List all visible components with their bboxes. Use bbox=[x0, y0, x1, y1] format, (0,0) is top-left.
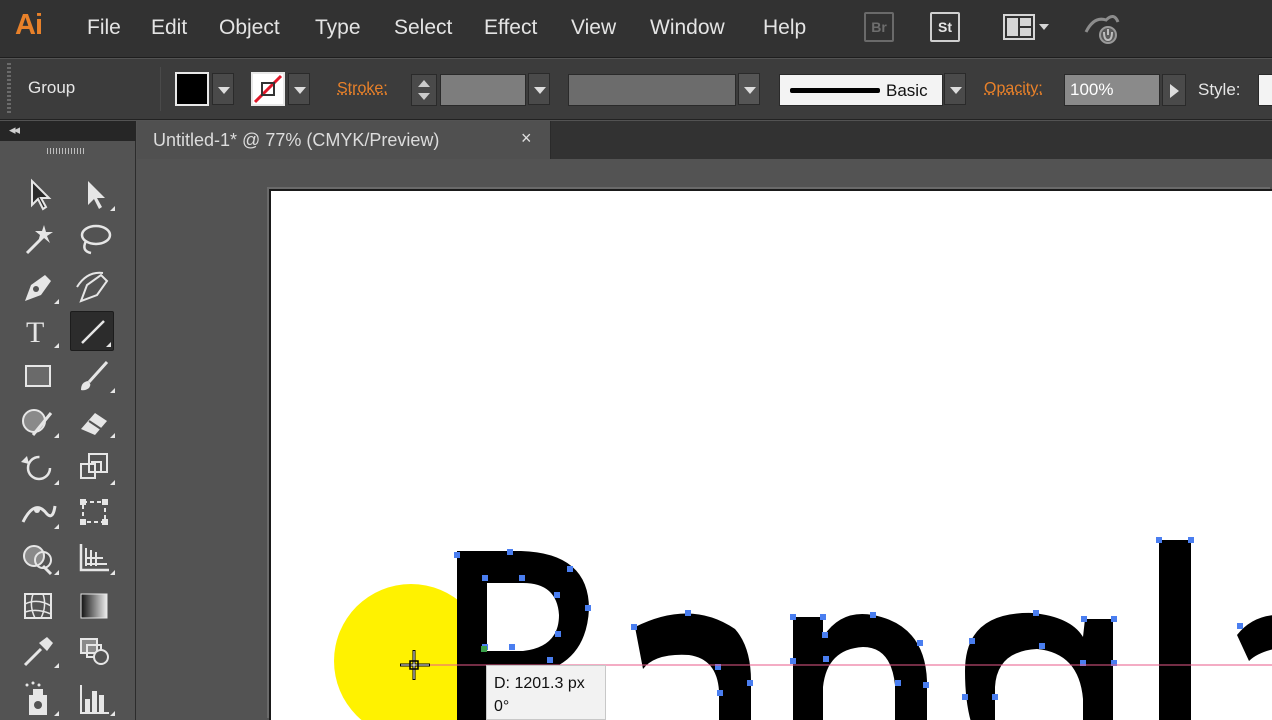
opacity-value: 100% bbox=[1070, 80, 1114, 99]
app-logo: Ai bbox=[15, 9, 43, 41]
tools-panel-grip[interactable] bbox=[47, 148, 85, 154]
opacity-field[interactable]: 100% bbox=[1064, 74, 1160, 106]
graphic-style-swatch[interactable] bbox=[1258, 74, 1272, 106]
menu-select[interactable]: Select bbox=[394, 16, 452, 40]
document-title: Untitled-1* @ 77% (CMYK/Preview) bbox=[153, 130, 440, 150]
stroke-weight-dropdown[interactable] bbox=[528, 73, 550, 105]
brush-stroke-preview bbox=[790, 88, 880, 93]
perspective-grid-tool-icon[interactable] bbox=[73, 538, 117, 578]
measurement-tooltip: D: 1201.3 px 0° bbox=[486, 665, 606, 720]
mesh-tool-icon[interactable] bbox=[17, 586, 61, 626]
control-bar-grip[interactable] bbox=[7, 63, 11, 115]
measure-distance: D: 1201.3 px bbox=[494, 675, 585, 692]
scale-tool-icon[interactable] bbox=[73, 448, 117, 488]
paintbrush-tool-icon[interactable] bbox=[73, 356, 117, 396]
stroke-label[interactable]: Stroke: bbox=[337, 80, 388, 98]
shaper-tool-icon[interactable] bbox=[17, 401, 61, 441]
stroke-weight-stepper[interactable] bbox=[411, 74, 437, 106]
menu-file[interactable]: File bbox=[87, 16, 121, 40]
rectangle-tool-icon[interactable] bbox=[17, 356, 61, 396]
control-bar: Group Stroke: Basic Opacity: 100% Style: bbox=[0, 59, 1272, 120]
menu-type[interactable]: Type bbox=[315, 16, 361, 40]
free-transform-tool-icon[interactable] bbox=[73, 492, 117, 532]
stroke-dropdown[interactable] bbox=[288, 73, 310, 105]
svg-text:T: T bbox=[26, 316, 44, 349]
magic-wand-tool-icon[interactable] bbox=[17, 219, 61, 259]
stroke-swatch[interactable] bbox=[251, 72, 285, 106]
bridge-icon[interactable]: Br bbox=[864, 12, 894, 42]
type-tool-icon[interactable]: T bbox=[17, 311, 61, 351]
tools-panel-header: ◂◂ bbox=[0, 121, 136, 141]
collapse-panel-icon[interactable]: ◂◂ bbox=[9, 122, 20, 138]
variable-width-dropdown[interactable] bbox=[738, 73, 760, 105]
selection-tool-icon[interactable] bbox=[17, 174, 61, 214]
menu-edit[interactable]: Edit bbox=[151, 16, 187, 40]
rotate-tool-icon[interactable] bbox=[17, 448, 61, 488]
menu-object[interactable]: Object bbox=[219, 16, 280, 40]
column-graph-tool-icon[interactable] bbox=[73, 679, 117, 719]
gradient-tool-icon[interactable] bbox=[73, 586, 117, 626]
symbol-sprayer-tool-icon[interactable] bbox=[17, 679, 61, 719]
fill-swatch[interactable] bbox=[175, 72, 209, 106]
curvature-tool-icon[interactable] bbox=[73, 267, 117, 307]
measure-angle: 0° bbox=[494, 698, 510, 715]
eraser-tool-icon[interactable] bbox=[73, 401, 117, 441]
stroke-weight-field[interactable] bbox=[440, 74, 526, 106]
selection-type-label: Group bbox=[28, 78, 76, 97]
lasso-tool-icon[interactable] bbox=[73, 219, 117, 259]
pen-tool-icon[interactable] bbox=[17, 267, 61, 307]
menu-effect[interactable]: Effect bbox=[484, 16, 537, 40]
artwork[interactable] bbox=[271, 191, 1272, 720]
document-tab-bar: Untitled-1* @ 77% (CMYK/Preview) × bbox=[137, 121, 1272, 159]
opacity-slider-button[interactable] bbox=[1162, 74, 1186, 106]
artboard[interactable] bbox=[269, 189, 1272, 720]
brush-dropdown[interactable] bbox=[944, 73, 966, 105]
sync-settings-icon[interactable] bbox=[1080, 10, 1122, 46]
tools-panel: T bbox=[0, 141, 136, 720]
document-tab[interactable]: Untitled-1* @ 77% (CMYK/Preview) × bbox=[137, 121, 551, 159]
divider bbox=[160, 67, 161, 111]
workspace-switcher-icon[interactable] bbox=[1003, 14, 1051, 40]
width-tool-icon[interactable] bbox=[17, 492, 61, 532]
blend-tool-icon[interactable] bbox=[73, 631, 117, 671]
shape-builder-tool-icon[interactable] bbox=[17, 538, 61, 578]
fill-dropdown[interactable] bbox=[212, 73, 234, 105]
variable-width-profile[interactable] bbox=[568, 74, 736, 106]
style-label: Style: bbox=[1198, 80, 1241, 99]
brush-name: Basic bbox=[886, 81, 928, 100]
stock-icon[interactable]: St bbox=[930, 12, 960, 42]
eyedropper-tool-icon[interactable] bbox=[17, 631, 61, 671]
opacity-label[interactable]: Opacity: bbox=[984, 80, 1043, 98]
menu-help[interactable]: Help bbox=[763, 16, 806, 40]
menu-bar: Ai File Edit Object Type Select Effect V… bbox=[0, 0, 1272, 58]
line-segment-tool-icon[interactable] bbox=[70, 311, 114, 351]
direct-selection-tool-icon[interactable] bbox=[73, 174, 117, 214]
brush-definition[interactable]: Basic bbox=[779, 74, 943, 106]
menu-view[interactable]: View bbox=[571, 16, 616, 40]
close-tab-icon[interactable]: × bbox=[521, 128, 532, 149]
menu-window[interactable]: Window bbox=[650, 16, 725, 40]
